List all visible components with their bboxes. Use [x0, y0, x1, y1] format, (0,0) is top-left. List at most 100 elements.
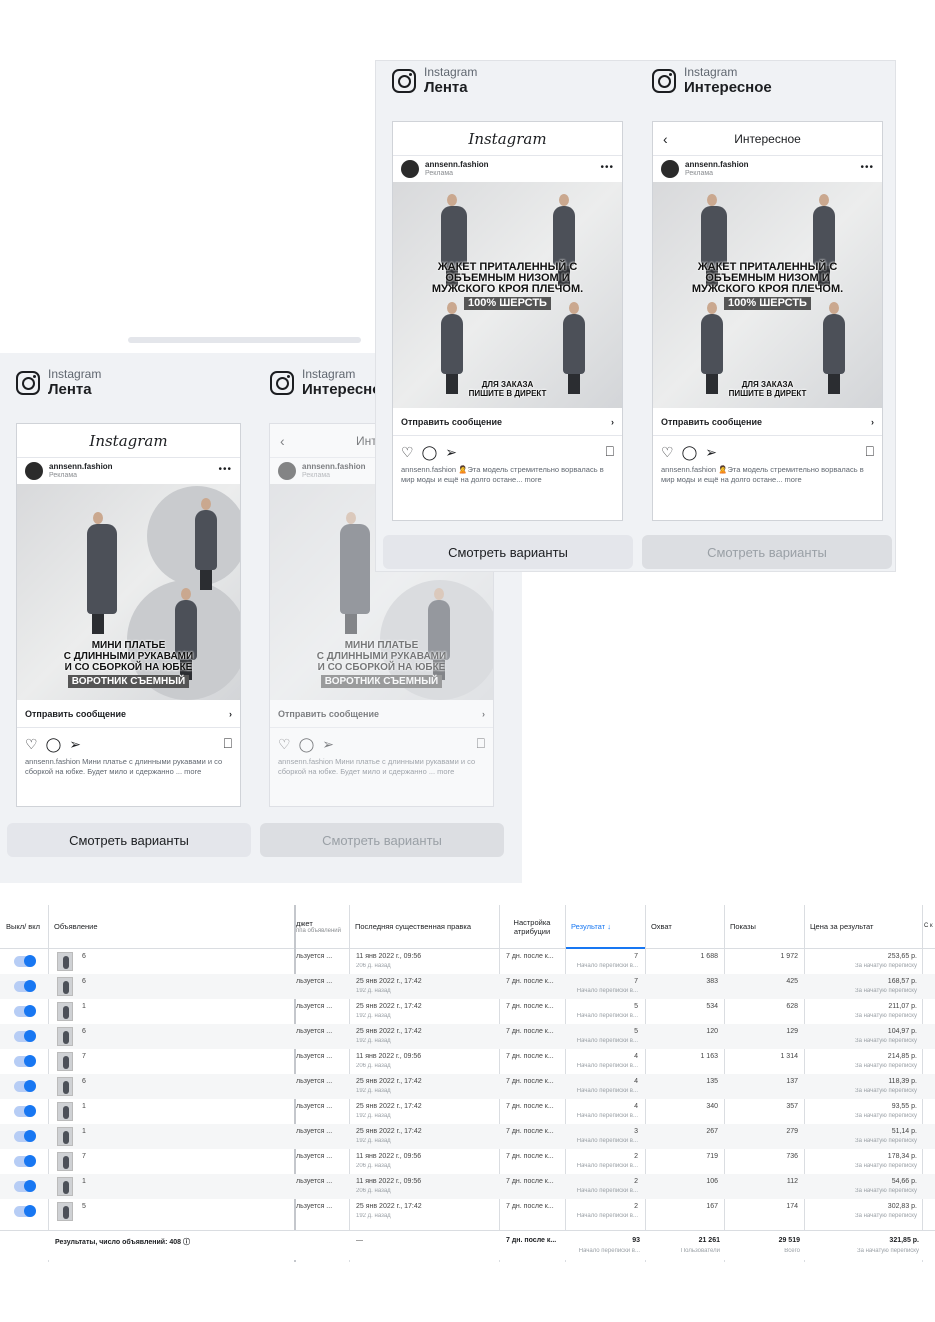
- heart-icon[interactable]: ♡: [25, 736, 38, 753]
- instagram-icon: [652, 68, 676, 93]
- ad-thumbnail[interactable]: [57, 1077, 73, 1096]
- toggle-switch[interactable]: [14, 980, 36, 992]
- header-feed: Instagram Лента: [16, 367, 101, 398]
- col-extra[interactable]: С к: [922, 905, 935, 949]
- heart-icon[interactable]: ♡: [401, 444, 414, 461]
- bookmark-icon[interactable]: ⎕: [224, 735, 232, 752]
- col-budget[interactable]: джет ппа объявлений: [294, 905, 349, 949]
- send-message-cta[interactable]: Отправить сообщение ›: [653, 408, 882, 436]
- bookmark-icon[interactable]: ⎕: [866, 443, 874, 460]
- ad-thumbnail[interactable]: [57, 1202, 73, 1221]
- toggle-switch[interactable]: [14, 1180, 36, 1192]
- ad-thumbnail[interactable]: [57, 1177, 73, 1196]
- toggle-switch[interactable]: [14, 1030, 36, 1042]
- instagram-icon: [392, 68, 416, 93]
- toggle-switch[interactable]: [14, 1155, 36, 1167]
- table-row[interactable]: 6 льзуется ... 11 янв 2022 г., 09:56 206 д.…: [0, 949, 935, 974]
- table-row[interactable]: 7 льзуется ... 11 янв 2022 г., 09:56 206 д.…: [0, 1149, 935, 1174]
- ad-caption: annsenn.fashion 🙎Эта модель стремительно…: [661, 465, 864, 484]
- table-row[interactable]: 1 льзуется ... 25 янв 2022 г., 17:42 192 д.…: [0, 1099, 935, 1124]
- col-ad[interactable]: Объявление: [48, 905, 294, 949]
- view-variants-button-disabled: Смотреть варианты: [260, 823, 504, 857]
- ad-image: ЖАКЕТ ПРИТАЛЕННЫЙ С ОБЪЕМНЫМ НИЗОМ И МУЖ…: [393, 182, 622, 408]
- ad-thumbnail[interactable]: [57, 1152, 73, 1171]
- phone-preview-feed: Instagram annsenn.fashion Реклама ••• МИНИ…: [16, 423, 241, 807]
- comment-icon[interactable]: ◯: [46, 736, 62, 753]
- col-cost-per-result[interactable]: Цена за результат: [804, 905, 922, 949]
- back-arrow-icon[interactable]: ‹: [280, 433, 285, 449]
- instagram-icon: [270, 370, 294, 395]
- col-attribution[interactable]: Настройка атрибуции: [499, 905, 565, 949]
- toggle-switch[interactable]: [14, 955, 36, 967]
- ad-thumbnail[interactable]: [57, 1052, 73, 1071]
- table-row[interactable]: 7 льзуется ... 11 янв 2022 г., 09:56 206 д.…: [0, 1049, 935, 1074]
- comment-icon[interactable]: ◯: [422, 444, 438, 461]
- chevron-right-icon: ›: [871, 416, 874, 427]
- toggle-switch[interactable]: [14, 1005, 36, 1017]
- send-message-cta[interactable]: Отправить сообщение ›: [393, 408, 622, 436]
- comment-icon[interactable]: ◯: [682, 444, 698, 461]
- phone-preview-feed: Instagram annsenn.fashion Реклама ••• ЖАКЕ…: [392, 121, 623, 521]
- comment-icon[interactable]: ◯: [299, 736, 315, 753]
- table-row[interactable]: 1 льзуется ... 11 янв 2022 г., 09:56 206 д.…: [0, 1174, 935, 1199]
- chevron-right-icon: ›: [482, 708, 485, 719]
- info-icon[interactable]: ⓘ: [183, 1239, 190, 1246]
- avatar: [401, 160, 419, 178]
- send-message-cta[interactable]: Отправить сообщение ›: [270, 700, 493, 728]
- ad-thumbnail[interactable]: [57, 1102, 73, 1121]
- more-icon[interactable]: •••: [600, 162, 614, 173]
- col-reach[interactable]: Охват: [645, 905, 724, 949]
- view-variants-button[interactable]: Смотреть варианты: [383, 535, 633, 569]
- col-toggle[interactable]: Выкл/ вкл: [0, 905, 48, 949]
- send-message-cta[interactable]: Отправить сообщение ›: [17, 700, 240, 728]
- table-row[interactable]: 1 льзуется ... 25 янв 2022 г., 17:42 192 д.…: [0, 1124, 935, 1149]
- ad-caption: annsenn.fashion 🙎Эта модель стремительно…: [401, 465, 604, 484]
- col-last-edit[interactable]: Последняя существенная правка: [349, 905, 499, 949]
- heart-icon[interactable]: ♡: [661, 444, 674, 461]
- col-result[interactable]: Результат ↓: [565, 905, 645, 949]
- header-explore: Instagram Интересное: [270, 367, 390, 398]
- chevron-right-icon: ›: [229, 708, 232, 719]
- phone-preview-explore: ‹ Интересное annsenn.fashion Реклама ••• ЖА…: [652, 121, 883, 521]
- avatar: [661, 160, 679, 178]
- ad-thumbnail[interactable]: [57, 952, 73, 971]
- bookmark-icon[interactable]: ⎕: [477, 735, 485, 752]
- bookmark-icon[interactable]: ⎕: [606, 443, 614, 460]
- toggle-switch[interactable]: [14, 1055, 36, 1067]
- send-icon[interactable]: ➢: [445, 444, 457, 461]
- ad-thumbnail[interactable]: [57, 1127, 73, 1146]
- instagram-logo: Instagram: [89, 431, 168, 450]
- ad-thumbnail[interactable]: [57, 1002, 73, 1021]
- header-explore: Instagram Интересное: [652, 65, 772, 96]
- send-icon[interactable]: ➢: [705, 444, 717, 461]
- toggle-switch[interactable]: [14, 1205, 36, 1217]
- toggle-switch[interactable]: [14, 1105, 36, 1117]
- toggle-switch[interactable]: [14, 1130, 36, 1142]
- ad-thumbnail[interactable]: [57, 977, 73, 996]
- ads-table: Выкл/ вкл Объявление джет ппа объявлений …: [0, 905, 935, 1262]
- table-row[interactable]: 6 льзуется ... 25 янв 2022 г., 17:42 192 д.…: [0, 1024, 935, 1049]
- table-row[interactable]: 6 льзуется ... 25 янв 2022 г., 17:42 192 д.…: [0, 974, 935, 999]
- totals-row: Результаты, число объявлений: 408 ⓘ — 7 …: [0, 1230, 935, 1260]
- more-icon[interactable]: •••: [860, 162, 874, 173]
- table-row[interactable]: 1 льзуется ... 25 янв 2022 г., 17:42 192 д.…: [0, 999, 935, 1024]
- avatar: [278, 462, 296, 480]
- heart-icon[interactable]: ♡: [278, 736, 291, 753]
- view-variants-button-disabled: Смотреть варианты: [642, 535, 892, 569]
- avatar: [25, 462, 43, 480]
- back-arrow-icon[interactable]: ‹: [663, 131, 668, 147]
- ad-image: ЖАКЕТ ПРИТАЛЕННЫЙ С ОБЪЕМНЫМ НИЗОМ И МУЖ…: [653, 182, 882, 408]
- totals-label: Результаты, число объявлений: 408 ⓘ: [55, 1239, 190, 1246]
- view-variants-button[interactable]: Смотреть варианты: [7, 823, 251, 857]
- send-icon[interactable]: ➢: [69, 736, 81, 753]
- ad-thumbnail[interactable]: [57, 1027, 73, 1046]
- table-row[interactable]: 6 льзуется ... 25 янв 2022 г., 17:42 192 д.…: [0, 1074, 935, 1099]
- instagram-logo: Instagram: [468, 129, 547, 148]
- scrollbar[interactable]: [128, 337, 361, 343]
- toggle-switch[interactable]: [14, 1080, 36, 1092]
- send-icon[interactable]: ➢: [322, 736, 334, 753]
- col-impressions[interactable]: Показы: [724, 905, 804, 949]
- table-row[interactable]: 5 льзуется ... 25 янв 2022 г., 17:42 192 д.…: [0, 1199, 935, 1224]
- instagram-icon: [16, 370, 40, 395]
- more-icon[interactable]: •••: [218, 464, 232, 475]
